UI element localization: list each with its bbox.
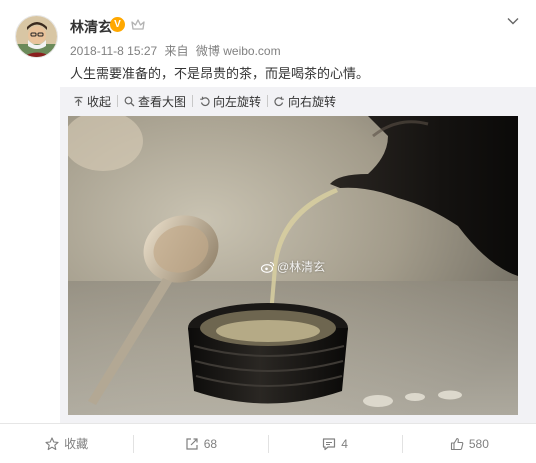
view-large-label: 查看大图 [138, 94, 187, 109]
post-actions-bar: 收藏 68 4 580 [0, 423, 536, 463]
author-avatar[interactable] [15, 15, 58, 58]
comment-count: 4 [341, 436, 348, 451]
post-text: 人生需要准备的，不是昂贵的茶，而是喝茶的心情。 [70, 66, 370, 81]
rotate-left-icon [200, 96, 210, 106]
rotate-right-label: 向右旋转 [288, 94, 337, 109]
media-toolbar: 收起 查看大图 向左旋转 向右旋转 [60, 87, 536, 115]
comment-icon [323, 437, 336, 450]
like-button[interactable]: 580 [403, 424, 536, 463]
comment-button[interactable]: 4 [269, 424, 402, 463]
post-image-tea-pour[interactable]: @林清玄 [68, 116, 518, 415]
rotate-left-label: 向左旋转 [213, 94, 262, 109]
media-panel: 收起 查看大图 向左旋转 向右旋转 @林清玄 [60, 87, 536, 423]
image-watermark: @林清玄 [261, 258, 325, 275]
weibo-logo-icon [261, 261, 275, 273]
rotate-left-button[interactable]: 向左旋转 [193, 93, 267, 110]
rotate-right-button[interactable]: 向右旋转 [268, 93, 342, 110]
post-menu-chevron-icon[interactable] [506, 14, 520, 28]
like-count: 580 [468, 436, 489, 451]
watermark-text: @林清玄 [277, 260, 326, 274]
favorite-button[interactable]: 收藏 [0, 424, 133, 463]
thumbs-up-icon [450, 437, 464, 450]
source-prefix: 来自 [164, 44, 189, 58]
collapse-button[interactable]: 收起 [67, 93, 117, 110]
favorite-label: 收藏 [64, 437, 89, 451]
share-icon [186, 437, 198, 450]
member-crown-icon[interactable] [131, 18, 145, 32]
collapse-label: 收起 [87, 94, 112, 109]
repost-button[interactable]: 68 [134, 424, 267, 463]
source-app-link[interactable]: 微博 weibo.com [196, 44, 281, 58]
post-timestamp[interactable]: 2018-11-8 15:27 [70, 44, 157, 58]
author-name[interactable]: 林清玄 [70, 17, 112, 37]
weibo-post-card: 林清玄 V 2018-11-8 15:27 来自 微博 weibo.com 人生… [0, 0, 536, 463]
arrow-up-icon [74, 96, 83, 106]
rotate-right-icon [274, 96, 284, 106]
star-icon [45, 436, 59, 450]
magnifier-icon [124, 96, 135, 106]
verified-icon: V [110, 17, 125, 32]
view-large-button[interactable]: 查看大图 [118, 93, 192, 110]
repost-count: 68 [203, 436, 218, 451]
post-meta: 2018-11-8 15:27 来自 微博 weibo.com [70, 42, 285, 59]
